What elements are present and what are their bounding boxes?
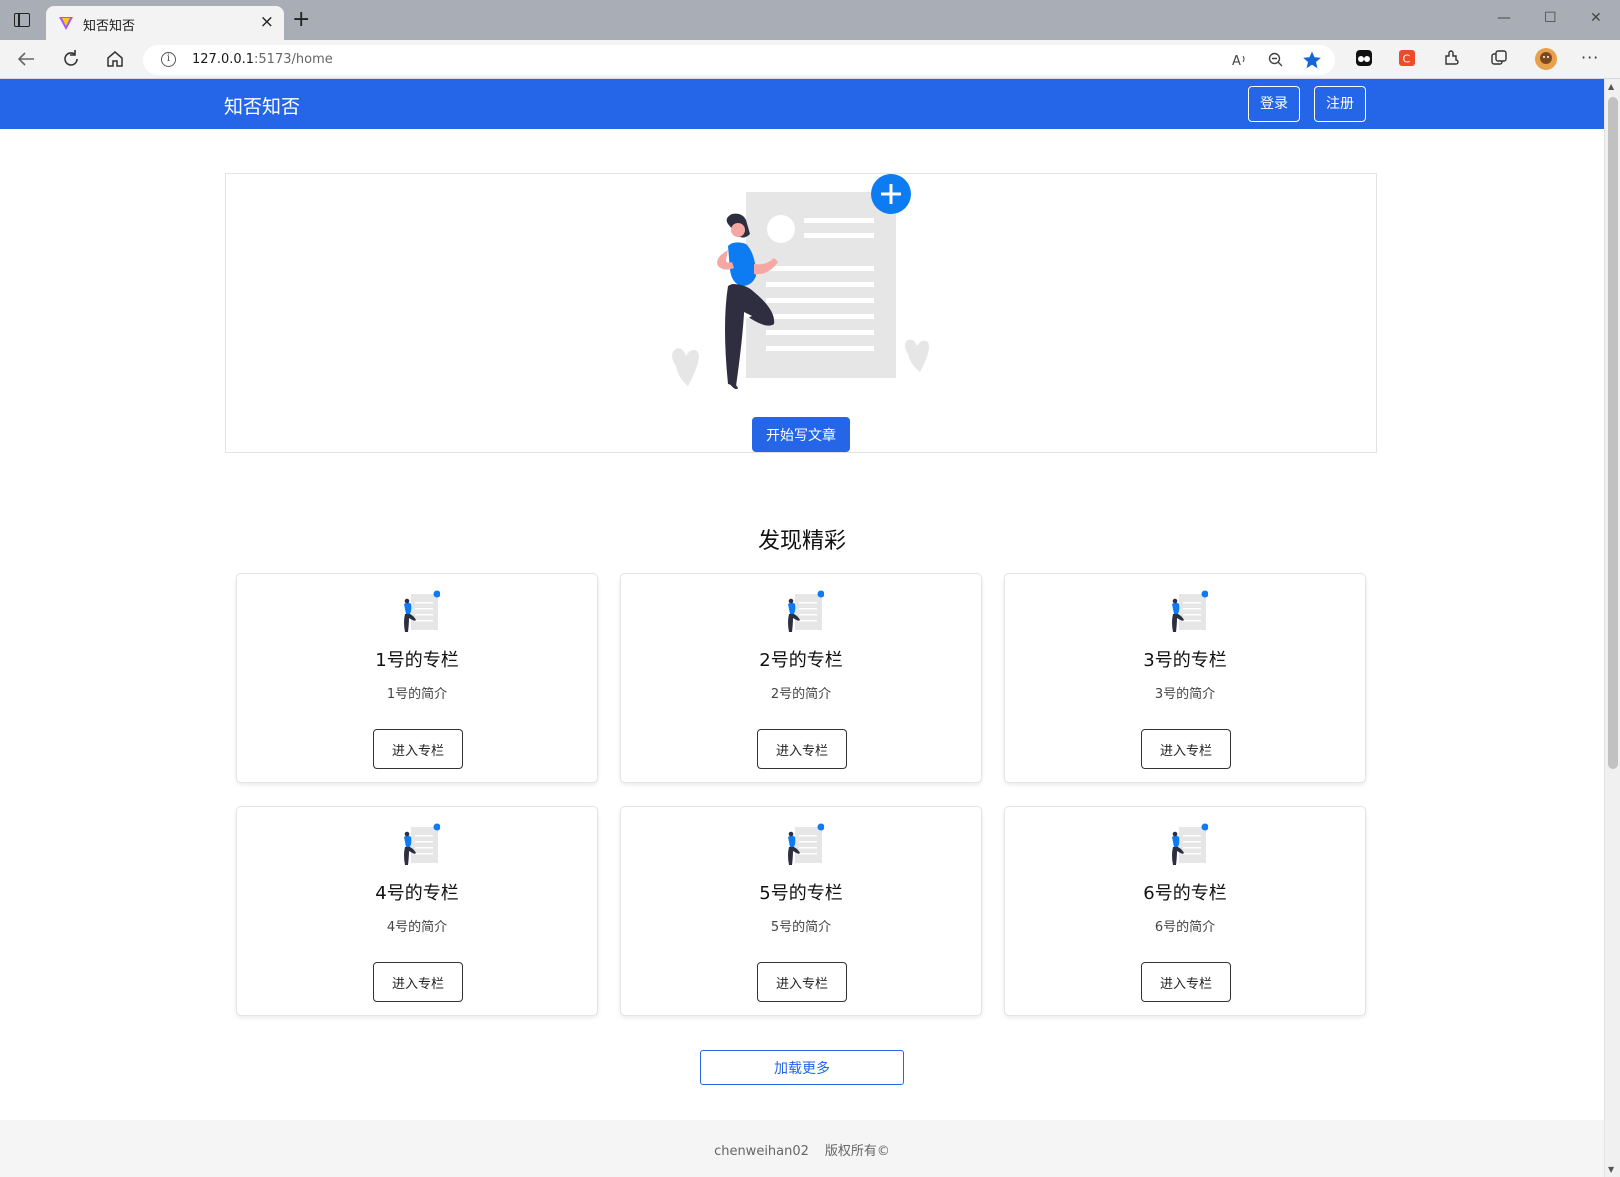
close-tab-icon[interactable]: × bbox=[260, 13, 274, 31]
column-title: 6号的专栏 bbox=[1143, 883, 1227, 904]
profile-avatar-icon[interactable] bbox=[1534, 47, 1558, 71]
column-description: 1号的简介 bbox=[386, 687, 448, 702]
back-icon[interactable] bbox=[14, 47, 40, 71]
column-avatar-image bbox=[788, 590, 824, 632]
browser-toolbar: i 127.0.0.1:5173/home A C ··· bbox=[0, 40, 1620, 79]
extension-red-icon[interactable]: C bbox=[1398, 49, 1416, 67]
extension-app-icon[interactable] bbox=[1355, 49, 1373, 67]
column-avatar-image bbox=[404, 823, 440, 865]
favorite-star-icon[interactable] bbox=[1302, 50, 1322, 70]
refresh-icon[interactable] bbox=[58, 47, 84, 71]
login-button[interactable]: 登录 bbox=[1248, 86, 1300, 122]
start-writing-button[interactable]: 开始写文章 bbox=[752, 417, 850, 452]
brand-logo[interactable]: 知否知否 bbox=[224, 92, 300, 119]
collections-icon[interactable] bbox=[1490, 49, 1508, 67]
vite-favicon bbox=[59, 17, 73, 30]
svg-text:A: A bbox=[1232, 54, 1241, 69]
zoom-out-icon[interactable] bbox=[1267, 51, 1285, 69]
read-aloud-icon[interactable]: A bbox=[1231, 51, 1249, 69]
column-description: 4号的简介 bbox=[386, 920, 448, 935]
column-card: 2号的专栏 2号的简介 进入专栏 bbox=[620, 573, 982, 783]
column-card: 4号的专栏 4号的简介 进入专栏 bbox=[236, 806, 598, 1016]
extensions-icon[interactable] bbox=[1442, 49, 1460, 67]
column-avatar-image bbox=[1172, 823, 1208, 865]
column-title: 3号的专栏 bbox=[1143, 650, 1227, 671]
column-avatar-image bbox=[1172, 590, 1208, 632]
browser-tab-bar: 知否知否 × + — ☐ ✕ bbox=[0, 0, 1620, 40]
page-content: 知否知否 登录 注册 开始写文章 发现精彩 1号的专栏 1号的简介 进入专栏 2… bbox=[0, 79, 1604, 1177]
column-title: 2号的专栏 bbox=[759, 650, 843, 671]
svg-text:C: C bbox=[1403, 53, 1411, 66]
minimize-button[interactable]: — bbox=[1497, 10, 1511, 26]
home-icon[interactable] bbox=[102, 47, 128, 71]
column-card: 3号的专栏 3号的简介 进入专栏 bbox=[1004, 573, 1366, 783]
column-description: 2号的简介 bbox=[770, 687, 832, 702]
scroll-thumb[interactable] bbox=[1608, 97, 1618, 769]
column-title: 4号的专栏 bbox=[375, 883, 459, 904]
more-menu-icon[interactable]: ··· bbox=[1581, 48, 1599, 67]
enter-column-button[interactable]: 进入专栏 bbox=[1141, 962, 1231, 1002]
enter-column-button[interactable]: 进入专栏 bbox=[373, 729, 463, 769]
url-text: 127.0.0.1:5173/home bbox=[192, 52, 333, 67]
column-description: 5号的简介 bbox=[770, 920, 832, 935]
column-avatar-image bbox=[404, 590, 440, 632]
enter-column-button[interactable]: 进入专栏 bbox=[373, 962, 463, 1002]
enter-column-button[interactable]: 进入专栏 bbox=[757, 962, 847, 1002]
enter-column-button[interactable]: 进入专栏 bbox=[757, 729, 847, 769]
browser-tab[interactable]: 知否知否 × bbox=[46, 6, 284, 40]
writing-illustration bbox=[672, 174, 929, 390]
top-navbar: 知否知否 登录 注册 bbox=[0, 79, 1604, 129]
plus-circle-icon bbox=[871, 174, 911, 214]
footer-text: chenweihan02 版权所有© bbox=[0, 1140, 1604, 1159]
load-more-button[interactable]: 加载更多 bbox=[700, 1050, 904, 1085]
close-window-button[interactable]: ✕ bbox=[1590, 10, 1602, 26]
column-avatar-image bbox=[788, 823, 824, 865]
column-description: 6号的简介 bbox=[1154, 920, 1216, 935]
enter-column-button[interactable]: 进入专栏 bbox=[1141, 729, 1231, 769]
hero-banner: 开始写文章 bbox=[225, 173, 1377, 453]
footer-copyright: 版权所有© bbox=[824, 1144, 890, 1159]
address-bar[interactable]: i 127.0.0.1:5173/home A bbox=[143, 45, 1335, 75]
info-icon[interactable]: i bbox=[161, 52, 176, 67]
column-card: 1号的专栏 1号的简介 进入专栏 bbox=[236, 573, 598, 783]
tab-title: 知否知否 bbox=[83, 19, 136, 34]
maximize-button[interactable]: ☐ bbox=[1544, 10, 1557, 26]
page-footer: chenweihan02 版权所有© bbox=[0, 1120, 1604, 1177]
window-icon[interactable] bbox=[14, 13, 30, 27]
register-button[interactable]: 注册 bbox=[1314, 86, 1366, 122]
column-description: 3号的简介 bbox=[1154, 687, 1216, 702]
scroll-down-arrow[interactable]: ▼ bbox=[1608, 1165, 1614, 1174]
column-card: 5号的专栏 5号的简介 进入专栏 bbox=[620, 806, 982, 1016]
column-card: 6号的专栏 6号的简介 进入专栏 bbox=[1004, 806, 1366, 1016]
column-title: 1号的专栏 bbox=[375, 650, 459, 671]
scroll-up-arrow[interactable]: ▲ bbox=[1608, 82, 1614, 91]
footer-author: chenweihan02 bbox=[714, 1144, 809, 1159]
new-tab-button[interactable]: + bbox=[292, 9, 310, 31]
column-title: 5号的专栏 bbox=[759, 883, 843, 904]
page-scrollbar[interactable]: ▲ ▼ bbox=[1604, 79, 1620, 1177]
section-title: 发现精彩 bbox=[757, 529, 846, 554]
